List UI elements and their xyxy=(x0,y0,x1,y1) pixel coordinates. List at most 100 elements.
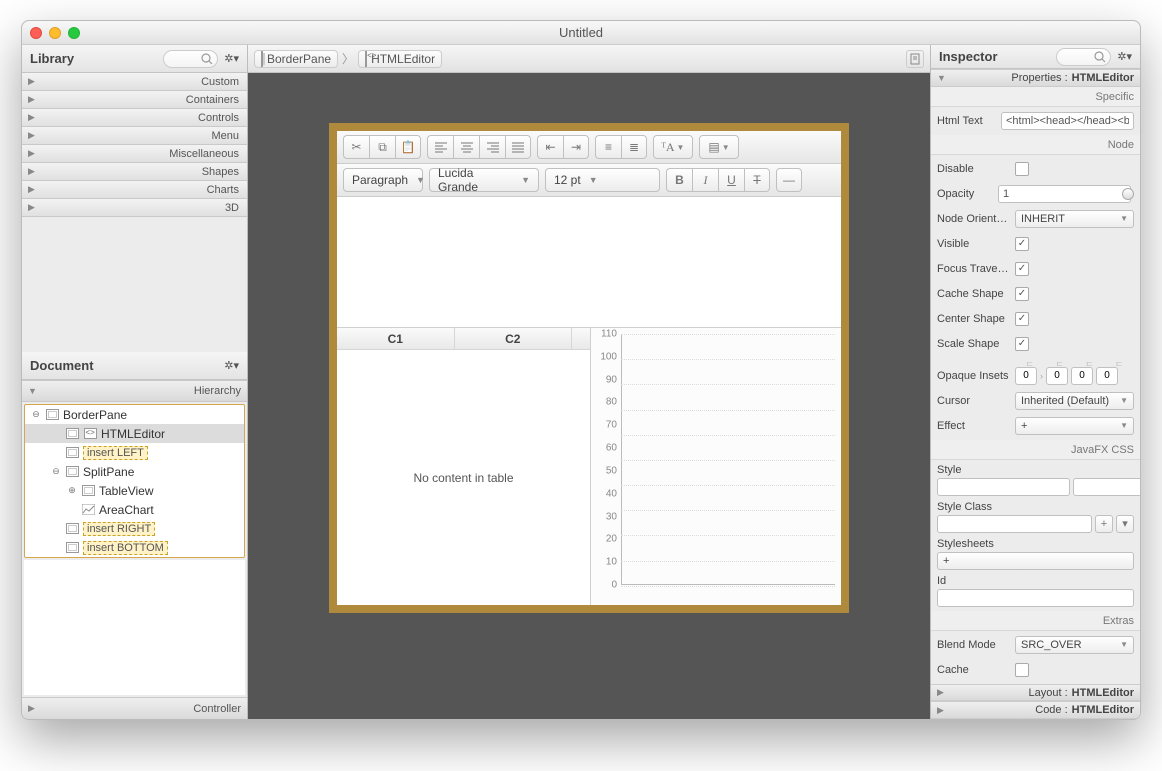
y-tick-label: 30 xyxy=(606,511,617,522)
inset-left-field[interactable] xyxy=(1096,367,1118,385)
breadcrumb-item-htmleditor[interactable]: HTMLEditor xyxy=(358,50,442,68)
breadcrumb-item-borderpane[interactable]: BorderPane xyxy=(254,50,338,68)
blendmode-combo[interactable]: SRC_OVER▼ xyxy=(1015,636,1134,654)
html-text-field[interactable] xyxy=(1001,112,1134,130)
y-tick-label: 20 xyxy=(606,534,617,545)
properties-section-header[interactable]: ▼ Properties : HTMLEditor xyxy=(931,69,1140,87)
visible-checkbox[interactable]: ✓ xyxy=(1015,237,1029,251)
bold-icon: B xyxy=(675,173,684,187)
indent-button[interactable]: ⇥ xyxy=(563,135,589,159)
inspector-search-input[interactable] xyxy=(1056,48,1111,66)
hr-button[interactable]: — xyxy=(776,168,802,192)
library-category-menu[interactable]: ▶Menu xyxy=(22,127,247,145)
design-canvas[interactable]: ✂ ⧉ 📋 ⇤ ⇥ xyxy=(248,73,930,719)
indent-icon: ⇥ xyxy=(571,140,581,154)
bg-color-button[interactable]: ▤▼ xyxy=(699,135,739,159)
layout-icon xyxy=(45,408,59,422)
tree-item-tableview[interactable]: ⊕ TableView xyxy=(25,481,244,500)
library-title: Library xyxy=(30,51,163,66)
disclosure-expand-icon[interactable]: ⊕ xyxy=(67,485,77,496)
html-edit-area[interactable] xyxy=(337,197,841,327)
group-node: Node xyxy=(931,135,1140,155)
style-key-field[interactable] xyxy=(937,478,1070,496)
chevron-down-icon: ▼ xyxy=(589,175,598,185)
tree-item-insert-bottom[interactable]: insert BOTTOM xyxy=(25,538,244,557)
chevron-right-icon: ▶ xyxy=(28,703,35,714)
font-combo[interactable]: Lucida Grande▼ xyxy=(429,168,539,192)
copy-button[interactable]: ⧉ xyxy=(369,135,395,159)
tree-item-insert-left[interactable]: insert LEFT xyxy=(25,443,244,462)
underline-button[interactable]: U xyxy=(718,168,744,192)
tree-item-htmleditor[interactable]: HTMLEditor xyxy=(25,424,244,443)
cursor-combo[interactable]: Inherited (Default)▼ xyxy=(1015,392,1134,410)
css-analyzer-button[interactable] xyxy=(906,50,924,68)
library-search-input[interactable] xyxy=(163,50,218,68)
number-list-button[interactable]: ≣ xyxy=(621,135,647,159)
paste-button[interactable]: 📋 xyxy=(395,135,421,159)
table-column-2[interactable]: C2 xyxy=(455,328,573,349)
stylesheets-combo[interactable]: + xyxy=(937,552,1134,570)
library-category-charts[interactable]: ▶Charts xyxy=(22,181,247,199)
chevron-right-icon: ▶ xyxy=(28,76,35,87)
code-section-header[interactable]: ▶ Code : HTMLEditor xyxy=(931,701,1140,719)
areachart-preview[interactable]: 0102030405060708090100110 xyxy=(591,328,841,605)
node-orientation-combo[interactable]: INHERIT▼ xyxy=(1015,210,1134,228)
library-category-3d[interactable]: ▶3D xyxy=(22,199,247,217)
tree-item-splitpane[interactable]: ⊖ SplitPane xyxy=(25,462,244,481)
strike-icon: T xyxy=(753,173,760,187)
y-tick-label: 100 xyxy=(600,351,617,362)
align-justify-button[interactable] xyxy=(505,135,531,159)
table-column-1[interactable]: C1 xyxy=(337,328,455,349)
group-specific: Specific xyxy=(931,87,1140,107)
inspector-menu-button[interactable]: ✲▾ xyxy=(1117,50,1132,63)
paragraph-combo[interactable]: Paragraph▼ xyxy=(343,168,423,192)
library-menu-button[interactable]: ✲▾ xyxy=(224,52,239,65)
y-tick-label: 40 xyxy=(606,488,617,499)
library-category-custom[interactable]: ▶Custom xyxy=(22,73,247,91)
opacity-field[interactable] xyxy=(998,185,1131,203)
library-category-miscellaneous[interactable]: ▶Miscellaneous xyxy=(22,145,247,163)
hierarchy-section-header[interactable]: ▼ Hierarchy xyxy=(22,380,247,402)
align-center-button[interactable] xyxy=(453,135,479,159)
align-left-button[interactable] xyxy=(427,135,453,159)
controller-section-header[interactable]: ▶ Controller xyxy=(22,697,247,719)
document-menu-button[interactable]: ✲▾ xyxy=(224,359,239,372)
disclosure-collapse-icon[interactable]: ⊖ xyxy=(31,409,41,420)
outdent-button[interactable]: ⇤ xyxy=(537,135,563,159)
cache-checkbox[interactable] xyxy=(1015,663,1029,677)
inset-right-field[interactable] xyxy=(1046,367,1068,385)
styleclass-add-button[interactable]: + xyxy=(1095,515,1113,533)
size-combo[interactable]: 12 pt▼ xyxy=(545,168,660,192)
library-category-controls[interactable]: ▶Controls xyxy=(22,109,247,127)
focus-traversable-checkbox[interactable]: ✓ xyxy=(1015,262,1029,276)
inspector-header: Inspector ✲▾ xyxy=(931,45,1140,69)
effect-combo[interactable]: +▼ xyxy=(1015,417,1134,435)
style-value-field[interactable] xyxy=(1073,478,1140,496)
align-right-button[interactable] xyxy=(479,135,505,159)
italic-button[interactable]: I xyxy=(692,168,718,192)
disclosure-collapse-icon[interactable]: ⊖ xyxy=(51,466,61,477)
scale-shape-checkbox[interactable]: ✓ xyxy=(1015,337,1029,351)
library-category-containers[interactable]: ▶Containers xyxy=(22,91,247,109)
tree-item-insert-right[interactable]: insert RIGHT xyxy=(25,519,244,538)
tableview-preview[interactable]: C1 C2 No content in table xyxy=(337,328,591,605)
inset-bottom-field[interactable] xyxy=(1071,367,1093,385)
strike-button[interactable]: T xyxy=(744,168,770,192)
cut-button[interactable]: ✂ xyxy=(343,135,369,159)
layout-section-header[interactable]: ▶ Layout : HTMLEditor xyxy=(931,684,1140,702)
id-field[interactable] xyxy=(937,589,1134,607)
tree-item-borderpane[interactable]: ⊖ BorderPane xyxy=(25,405,244,424)
chevron-right-icon: ▶ xyxy=(937,687,944,698)
bold-button[interactable]: B xyxy=(666,168,692,192)
y-tick-label: 70 xyxy=(606,420,617,431)
styleclass-field[interactable] xyxy=(937,515,1092,533)
library-category-shapes[interactable]: ▶Shapes xyxy=(22,163,247,181)
disable-checkbox[interactable] xyxy=(1015,162,1029,176)
fg-color-button[interactable]: ᵀA▼ xyxy=(653,135,693,159)
center-shape-checkbox[interactable]: ✓ xyxy=(1015,312,1029,326)
inset-top-field[interactable] xyxy=(1015,367,1037,385)
bullet-list-button[interactable]: ≡ xyxy=(595,135,621,159)
tree-item-areachart[interactable]: AreaChart xyxy=(25,500,244,519)
styleclass-menu-button[interactable]: ▾ xyxy=(1116,515,1134,533)
cache-shape-checkbox[interactable]: ✓ xyxy=(1015,287,1029,301)
